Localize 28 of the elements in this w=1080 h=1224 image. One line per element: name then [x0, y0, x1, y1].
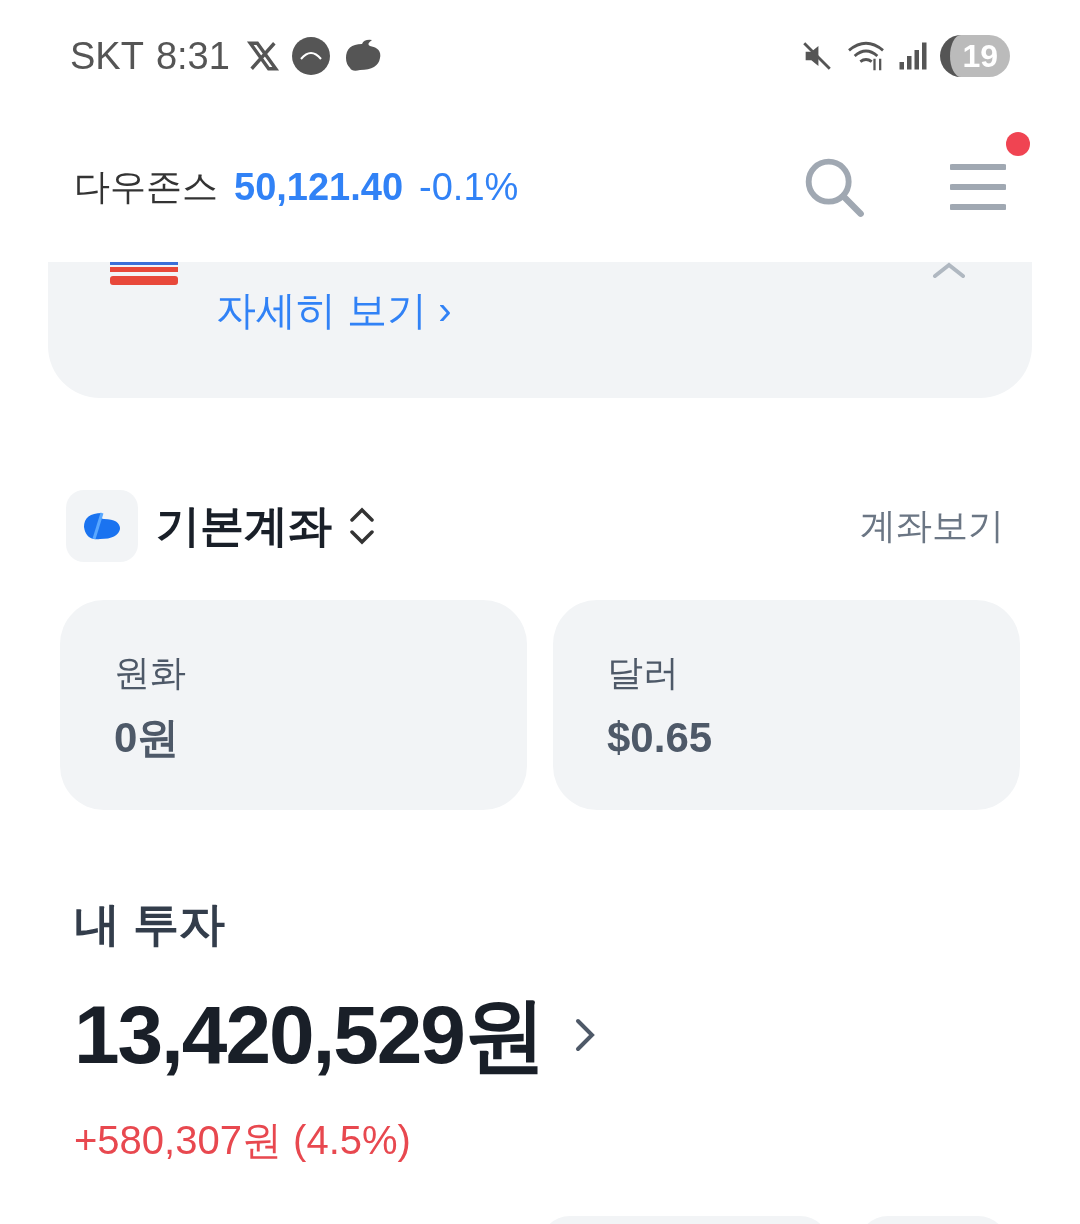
chevron-right-icon[interactable]: [573, 1016, 596, 1053]
collapse-chevron-icon[interactable]: [932, 262, 966, 278]
sort-chevrons-icon[interactable]: [348, 506, 376, 546]
index-value: 50,121.40: [234, 164, 404, 210]
battery-level: 19: [940, 35, 1010, 77]
balance-card[interactable]: 원화 0원: [60, 600, 527, 810]
currency-label: 달러: [607, 651, 680, 695]
carrier-name: SKT: [70, 33, 144, 79]
account-name[interactable]: 기본계좌: [156, 493, 332, 559]
balance-card[interactable]: 달러 $0.65: [553, 600, 1020, 810]
section-title: 내 투자: [74, 897, 225, 952]
index-change: -0.1%: [419, 164, 519, 210]
profit-change: +580,307원 (4.5%): [74, 1117, 411, 1164]
details-link[interactable]: 자세히 보기 ›: [216, 280, 452, 340]
app-notification-icon: [291, 37, 330, 75]
x-logo-icon: [245, 39, 280, 73]
signal-icon: [898, 41, 929, 71]
wifi-icon: [846, 39, 887, 73]
account-logo-icon: [66, 490, 138, 562]
investment-total[interactable]: 13,420,529원: [74, 973, 544, 1096]
balance-amount: $0.65: [607, 713, 714, 763]
currency-label: 원화: [114, 651, 187, 695]
us-flag-icon: [110, 262, 178, 286]
menu-icon[interactable]: [950, 162, 1006, 212]
clock-time: 8:31: [155, 33, 230, 79]
view-account-link[interactable]: 계좌보기: [860, 499, 1004, 553]
balance-amount: 0원: [114, 713, 181, 763]
index-name: 다우존스: [74, 165, 218, 209]
